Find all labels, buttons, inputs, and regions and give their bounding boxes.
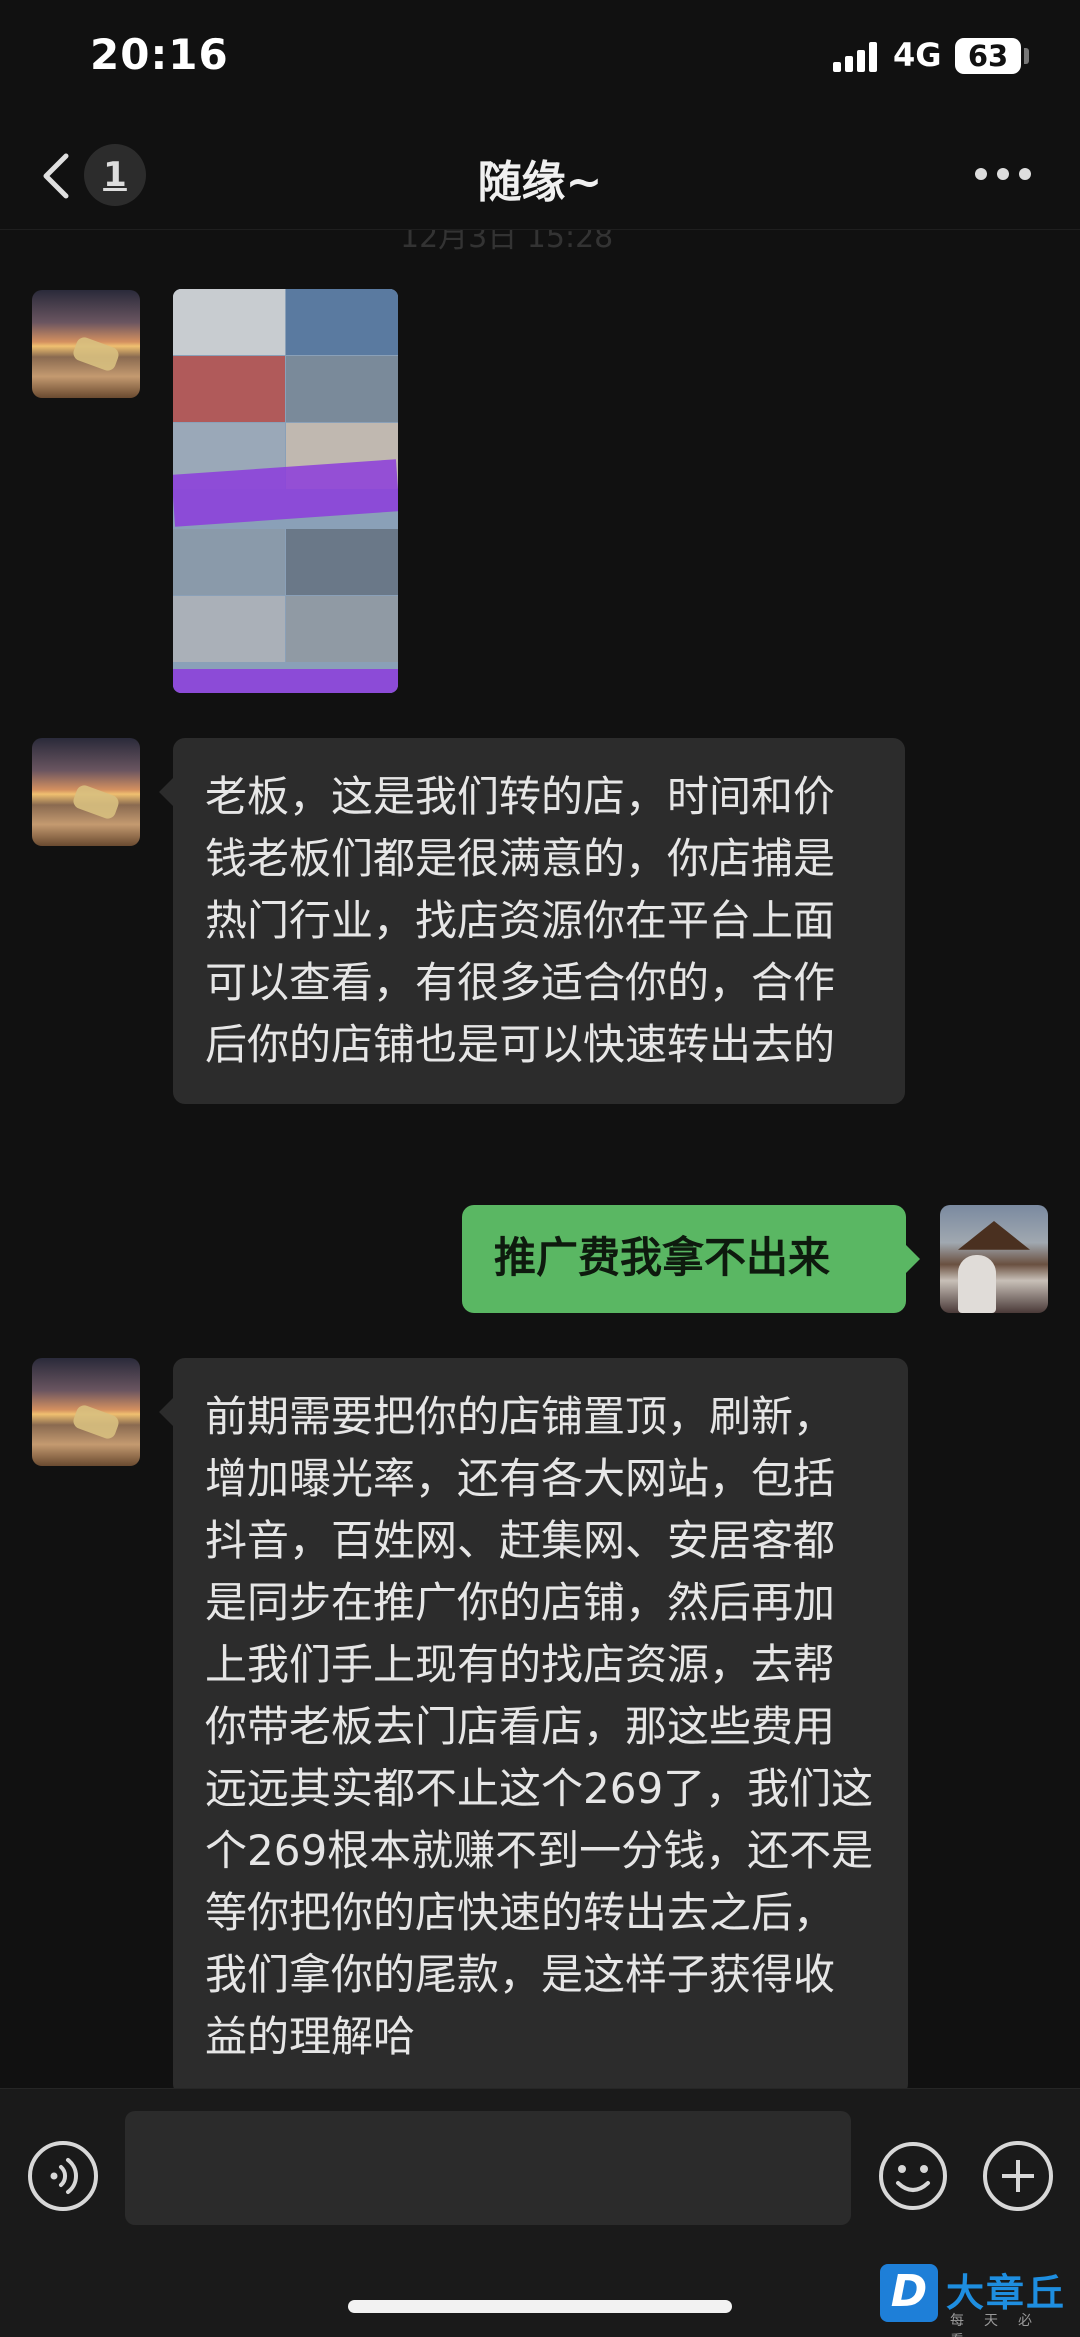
contact-avatar[interactable] <box>32 738 140 846</box>
chat-screen: 20:16 4G 63 1 随缘~ 12月3日 15:28 老板，这是我们转的店… <box>0 0 1080 2337</box>
battery-level: 63 <box>967 39 1009 73</box>
logo-letter: D <box>890 2266 928 2317</box>
watermark-slogan: 每天必看 <box>950 2313 1052 2337</box>
message-bubble-outgoing[interactable]: 推广费我拿不出来 <box>462 1205 920 1313</box>
emoji-button[interactable] <box>878 2141 948 2211</box>
message-bubble-incoming[interactable]: 前期需要把你的店铺置顶，刷新，增加曝光率，还有各大网站，包括抖音，百姓网、赶集网… <box>159 1358 908 2096</box>
chat-title[interactable]: 随缘~ <box>340 146 740 210</box>
battery-tip <box>1024 48 1029 64</box>
shared-image-message[interactable] <box>173 289 398 693</box>
image-banner-bottom <box>173 669 398 693</box>
chevron-left-icon <box>43 153 69 199</box>
contact-avatar[interactable] <box>32 290 140 398</box>
signal-strength-icon <box>833 42 879 72</box>
logo-icon: D <box>880 2264 938 2322</box>
watermark-logo: D 大章丘 每天必看 <box>880 2262 1080 2337</box>
voice-icon <box>50 2158 78 2194</box>
more-dots-icon <box>975 168 987 180</box>
network-type: 4G <box>893 36 942 74</box>
status-time: 20:16 <box>90 30 229 79</box>
back-button[interactable] <box>36 146 76 206</box>
contact-avatar[interactable] <box>32 1358 140 1466</box>
plus-icon[interactable] <box>983 2141 1053 2211</box>
voice-input-button[interactable] <box>28 2141 98 2211</box>
battery-icon: 63 <box>955 38 1021 74</box>
message-input[interactable] <box>125 2111 851 2225</box>
more-options-button[interactable] <box>975 168 1031 182</box>
chat-header: 1 随缘~ <box>0 120 1080 230</box>
home-indicator <box>348 2300 732 2313</box>
status-bar: 20:16 4G 63 <box>0 0 1080 120</box>
message-bubble-incoming[interactable]: 老板，这是我们转的店，时间和价钱老板们都是很满意的，你店捕是热门行业，找店资源你… <box>159 738 905 1104</box>
watermark-name: 大章丘 <box>946 2271 1067 2315</box>
emoji-icon <box>879 2142 947 2210</box>
user-avatar[interactable] <box>940 1205 1048 1313</box>
unread-count-badge[interactable]: 1 <box>84 144 146 206</box>
